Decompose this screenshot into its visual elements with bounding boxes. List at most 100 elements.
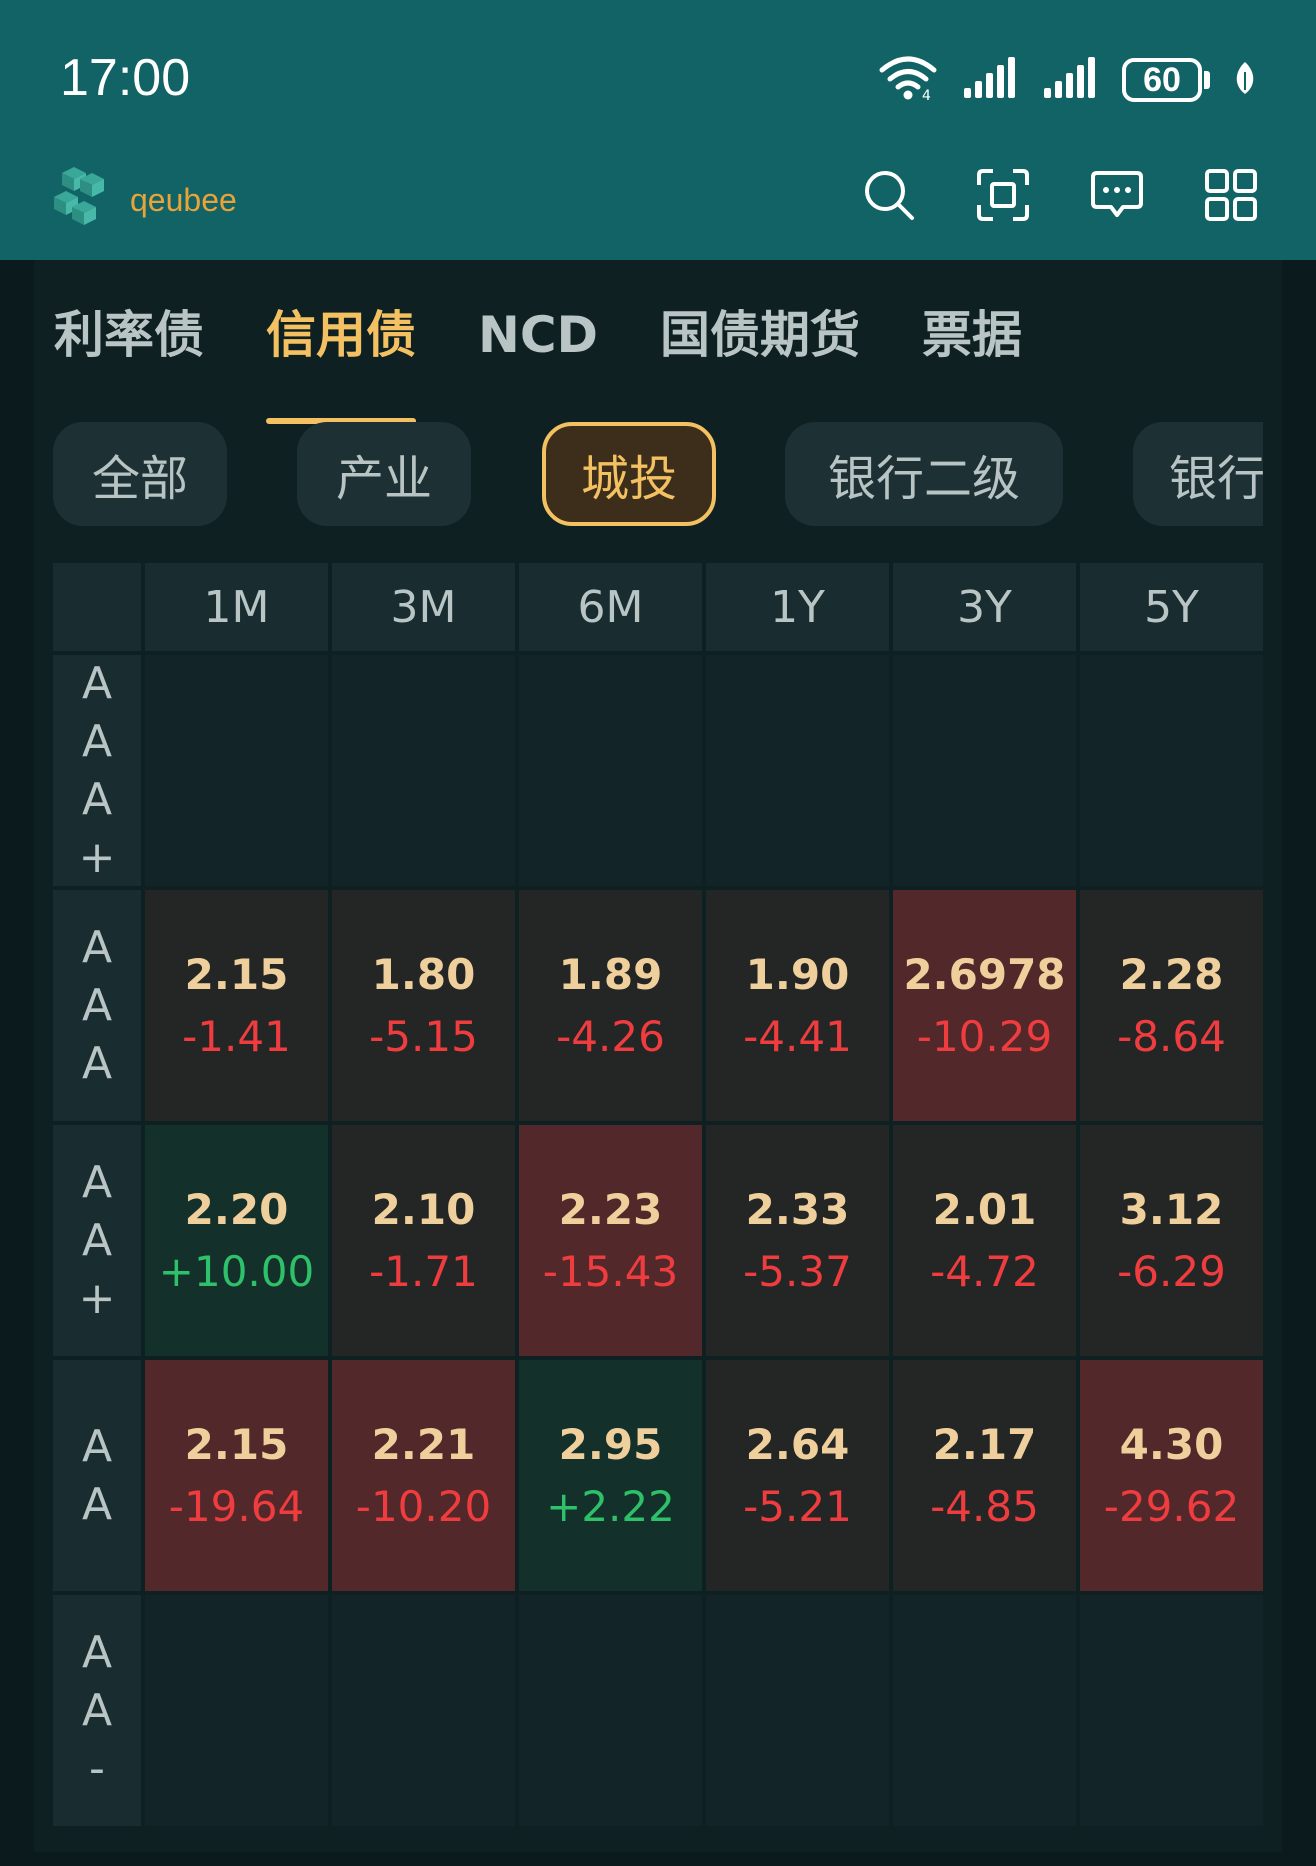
rating-char: A xyxy=(81,715,113,767)
column-header: 1M xyxy=(145,563,328,651)
yield-change: -6.29 xyxy=(1117,1246,1226,1296)
yield-cell-empty xyxy=(893,1595,1076,1826)
filter-all[interactable]: 全部 xyxy=(53,422,227,526)
column-header: 3M xyxy=(332,563,515,651)
filter-industry[interactable]: 产业 xyxy=(297,422,471,526)
cube-logo-icon xyxy=(52,165,122,235)
yield-rate: 2.10 xyxy=(371,1184,476,1234)
yield-cell-empty xyxy=(519,655,702,886)
yield-change: -5.21 xyxy=(743,1481,852,1531)
yield-change: -29.62 xyxy=(1103,1481,1240,1531)
app-root: 17:00 4 60 qeubee 利率债 信用债 NCD 国债期货 票据 全部… xyxy=(0,0,1316,1866)
content-panel: 利率债 信用债 NCD 国债期货 票据 全部 产业 城投 银行二级 银行 1M 3… xyxy=(34,260,1282,1852)
yield-cell[interactable]: 2.20 +10.00 xyxy=(145,1125,328,1356)
rating-char: - xyxy=(89,1742,105,1794)
battery-icon: 60 xyxy=(1122,58,1210,102)
yield-cell-empty xyxy=(1080,1595,1263,1826)
rating-label: AAA xyxy=(53,890,141,1121)
yield-cell[interactable]: 2.64 -5.21 xyxy=(706,1360,889,1591)
yield-cell-empty xyxy=(706,1595,889,1826)
filter-chips: 全部 产业 城投 银行二级 银行 xyxy=(53,422,1263,528)
rating-label: AA - xyxy=(53,1595,141,1826)
yield-cell-empty xyxy=(332,1595,515,1826)
yield-change: +10.00 xyxy=(158,1246,315,1296)
yield-change: -4.72 xyxy=(930,1246,1039,1296)
rating-char: A xyxy=(81,1626,113,1678)
yield-cell-empty xyxy=(893,655,1076,886)
yield-change: -10.29 xyxy=(916,1011,1053,1061)
yield-change: -1.41 xyxy=(182,1011,291,1061)
yield-cell[interactable]: 2.17 -4.85 xyxy=(893,1360,1076,1591)
yield-cell[interactable]: 2.28 -8.64 xyxy=(1080,890,1263,1121)
yield-cell[interactable]: 1.90 -4.41 xyxy=(706,890,889,1121)
brand-name: qeubee xyxy=(130,181,237,218)
yield-cell[interactable]: 2.23 -15.43 xyxy=(519,1125,702,1356)
yield-cell-empty xyxy=(145,655,328,886)
app-header: 17:00 4 60 qeubee xyxy=(0,0,1316,260)
status-icons: 4 60 xyxy=(878,52,1256,108)
yield-change: -19.64 xyxy=(168,1481,305,1531)
message-icon[interactable] xyxy=(1090,168,1144,222)
battery-tip xyxy=(1204,71,1210,89)
rating-char: A xyxy=(81,921,113,973)
yield-change: -10.20 xyxy=(355,1481,492,1531)
yield-cell[interactable]: 3.12 -6.29 xyxy=(1080,1125,1263,1356)
column-header: 5Y xyxy=(1080,563,1263,651)
yield-change: -5.37 xyxy=(743,1246,852,1296)
rating-label: A A + xyxy=(53,1125,141,1356)
yield-rate: 2.17 xyxy=(932,1419,1037,1469)
tab-rate-bond[interactable]: 利率债 xyxy=(54,300,204,380)
app-logo: qeubee xyxy=(52,165,237,235)
battery-level: 60 xyxy=(1122,58,1202,102)
yield-cell[interactable]: 2.01 -4.72 xyxy=(893,1125,1076,1356)
filter-bank-tier2[interactable]: 银行二级 xyxy=(785,422,1063,526)
yield-rate: 1.80 xyxy=(371,949,476,999)
yield-change: -4.85 xyxy=(930,1481,1039,1531)
yield-cell[interactable]: 2.6978 -10.29 xyxy=(893,890,1076,1121)
rating-char: + xyxy=(78,1272,116,1324)
yield-rate: 2.23 xyxy=(558,1184,663,1234)
rating-char: A xyxy=(81,1156,113,1208)
signal-icon xyxy=(1042,56,1098,104)
yield-cell[interactable]: 2.15 -1.41 xyxy=(145,890,328,1121)
yield-cell-empty xyxy=(145,1595,328,1826)
yield-cell[interactable]: 2.15 -19.64 xyxy=(145,1360,328,1591)
yield-rate: 3.12 xyxy=(1119,1184,1224,1234)
table-corner xyxy=(53,563,141,651)
yield-rate: 2.33 xyxy=(745,1184,850,1234)
rating-char: A xyxy=(81,657,113,709)
yield-rate: 2.6978 xyxy=(903,949,1066,999)
scan-icon[interactable] xyxy=(976,168,1030,222)
yield-rate: 2.95 xyxy=(558,1419,663,1469)
rating-label: AA xyxy=(53,1360,141,1591)
grid-menu-icon[interactable] xyxy=(1204,168,1258,222)
yield-rate: 2.20 xyxy=(184,1184,289,1234)
search-icon[interactable] xyxy=(862,168,916,222)
yield-cell[interactable]: 1.89 -4.26 xyxy=(519,890,702,1121)
tab-bills[interactable]: 票据 xyxy=(922,300,1022,380)
yield-cell[interactable]: 2.33 -5.37 xyxy=(706,1125,889,1356)
yield-cell[interactable]: 4.30 -29.62 xyxy=(1080,1360,1263,1591)
yield-cell[interactable]: 1.80 -5.15 xyxy=(332,890,515,1121)
yield-rate: 1.90 xyxy=(745,949,850,999)
yield-rate: 4.30 xyxy=(1119,1419,1224,1469)
tab-credit-bond[interactable]: 信用债 xyxy=(266,300,416,424)
tab-treasury-futures[interactable]: 国债期货 xyxy=(660,300,860,380)
rating-char: A xyxy=(81,1420,113,1472)
filter-bank[interactable]: 银行 xyxy=(1133,422,1263,526)
yield-change: -15.43 xyxy=(542,1246,679,1296)
tab-ncd[interactable]: NCD xyxy=(478,300,598,380)
yield-cell[interactable]: 2.95 +2.22 xyxy=(519,1360,702,1591)
column-header: 1Y xyxy=(706,563,889,651)
yield-change: -5.15 xyxy=(369,1011,478,1061)
leaf-icon xyxy=(1234,60,1256,100)
filter-chengtou[interactable]: 城投 xyxy=(542,422,716,526)
yield-rate: 2.15 xyxy=(184,949,289,999)
yield-cell-empty xyxy=(1080,655,1263,886)
header-toolbar xyxy=(862,168,1258,222)
yield-rate: 2.64 xyxy=(745,1419,850,1469)
yield-cell[interactable]: 2.21 -10.20 xyxy=(332,1360,515,1591)
rating-char: A xyxy=(81,979,113,1031)
wifi-icon: 4 xyxy=(878,54,938,106)
yield-cell[interactable]: 2.10 -1.71 xyxy=(332,1125,515,1356)
